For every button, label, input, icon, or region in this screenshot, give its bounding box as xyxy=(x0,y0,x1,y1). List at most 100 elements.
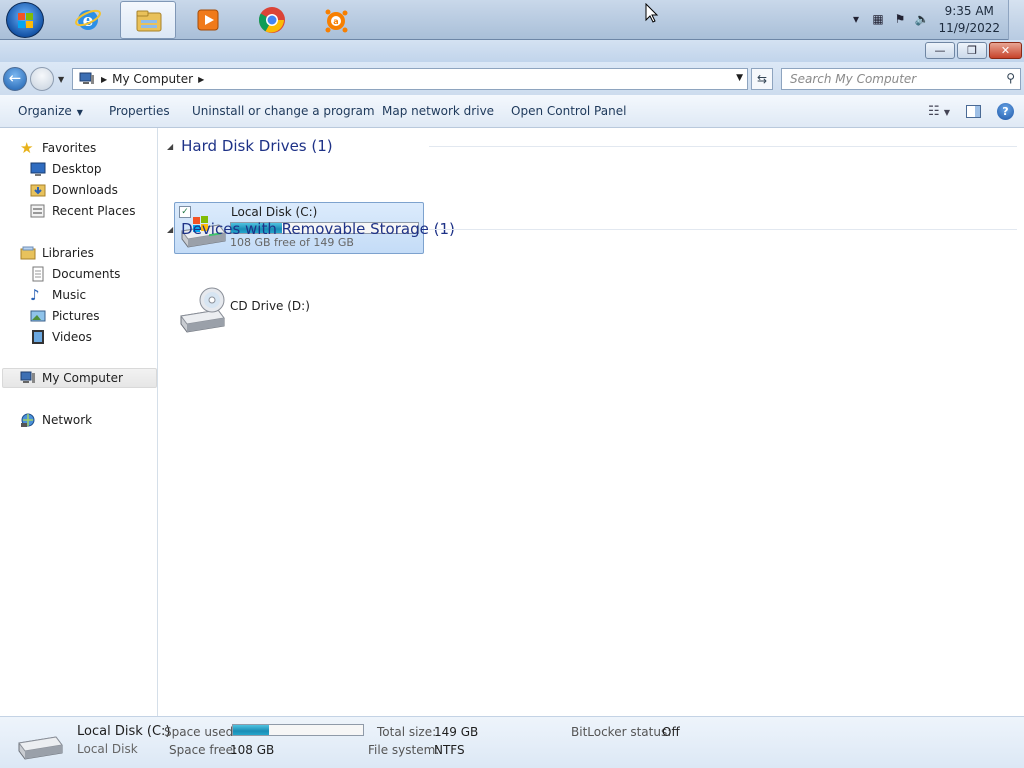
organize-menu[interactable]: Organize ▼ xyxy=(18,104,83,118)
downloads-folder-icon xyxy=(30,182,46,198)
breadcrumb-separator-icon[interactable]: ▶ xyxy=(101,75,107,84)
nav-pictures[interactable]: Pictures xyxy=(30,306,100,326)
nav-my-computer[interactable]: My Computer xyxy=(2,368,157,388)
volume-icon[interactable]: 🔈 xyxy=(914,12,930,28)
nav-documents[interactable]: Documents xyxy=(30,264,120,284)
system-tray: ▾ ▦ ⚑ 🔈 xyxy=(848,10,930,30)
nav-network[interactable]: Network xyxy=(20,410,92,430)
show-desktop-button[interactable] xyxy=(1008,0,1024,40)
videos-film-icon xyxy=(30,329,46,345)
drive-cd-d[interactable]: CD Drive (D:) xyxy=(174,286,424,338)
group-hard-disk-drives-title: Hard Disk Drives (1) xyxy=(181,137,333,155)
uninstall-program-button[interactable]: Uninstall or change a program xyxy=(192,104,375,118)
restore-button[interactable]: ❐ xyxy=(957,42,987,59)
command-bar: Organize ▼ Properties Uninstall or change… xyxy=(0,95,1024,128)
pictures-icon xyxy=(30,308,46,324)
recent-pages-dropdown-icon[interactable]: ▼ xyxy=(58,75,64,84)
address-bar[interactable]: ▶ My Computer ▶ ▼ xyxy=(72,68,748,90)
nav-recent-places[interactable]: Recent Places xyxy=(30,201,135,221)
cd-drive-icon xyxy=(180,287,225,333)
file-system-label: File system: xyxy=(368,743,440,757)
preview-pane-icon[interactable] xyxy=(966,105,981,118)
chrome-icon xyxy=(258,7,285,33)
start-button[interactable] xyxy=(6,2,44,38)
internet-explorer-icon: e xyxy=(75,9,101,31)
refresh-icon: ⇆ xyxy=(756,72,768,86)
group-hard-disk-drives[interactable]: ◢ Hard Disk Drives (1) xyxy=(167,136,333,156)
address-dropdown-icon[interactable]: ▼ xyxy=(736,73,743,83)
star-icon: ★ xyxy=(20,139,34,157)
drive-c-name: Local Disk (C:) xyxy=(231,205,318,219)
search-input[interactable]: Search My Computer ⚲ xyxy=(781,68,1021,90)
nav-favorites-label: Favorites xyxy=(42,141,97,155)
network-globe-icon xyxy=(20,412,36,428)
nav-pictures-label: Pictures xyxy=(52,309,100,323)
details-drive-type: Local Disk xyxy=(77,742,138,756)
avast-icon: a xyxy=(325,9,348,33)
minimize-button[interactable]: — xyxy=(925,42,955,59)
nav-my-computer-label: My Computer xyxy=(42,371,123,385)
help-icon[interactable]: ? xyxy=(997,103,1014,120)
nav-music[interactable]: ♪ Music xyxy=(30,285,86,305)
file-system-value: NTFS xyxy=(434,743,465,757)
close-button[interactable]: ✕ xyxy=(989,42,1022,59)
breadcrumb-chevron-icon[interactable]: ▶ xyxy=(198,75,204,84)
taskbar-avast[interactable]: a xyxy=(308,1,364,39)
group-removable-storage[interactable]: ◢ Devices with Removable Storage (1) xyxy=(167,219,455,239)
change-view-icon[interactable]: ☷ ▼ xyxy=(928,104,950,119)
explorer-window: — ❐ ✕ ← ▼ ▶ My Computer ▶ ▼ ⇆ Search My … xyxy=(0,40,1024,768)
space-used-label: Space used: xyxy=(164,725,238,739)
music-note-icon: ♪ xyxy=(30,286,40,304)
title-bar[interactable]: — ❐ ✕ xyxy=(0,40,1024,62)
navigation-bar: ← ▼ ▶ My Computer ▶ ▼ ⇆ Search My Comput… xyxy=(0,62,1024,95)
organize-label: Organize xyxy=(18,104,72,118)
nav-desktop[interactable]: Desktop xyxy=(30,159,102,179)
organize-dropdown-icon: ▼ xyxy=(76,108,83,117)
clock-time: 9:35 AM xyxy=(944,4,994,18)
clock[interactable]: 9:35 AM 11/9/2022 xyxy=(938,3,1000,37)
details-drive-name: Local Disk (C:) xyxy=(77,724,171,739)
nav-videos[interactable]: Videos xyxy=(30,327,92,347)
details-pane: Local Disk (C:) Local Disk Space used: S… xyxy=(0,716,1024,768)
group-removable-storage-title: Devices with Removable Storage (1) xyxy=(181,220,455,238)
mouse-cursor-icon xyxy=(645,3,659,23)
windows-explorer-icon xyxy=(136,10,162,32)
computer-icon xyxy=(79,72,94,84)
svg-text:a: a xyxy=(333,17,338,26)
show-hidden-icons-icon[interactable]: ▾ xyxy=(848,12,864,28)
nav-libraries-label: Libraries xyxy=(42,246,94,260)
media-player-icon xyxy=(197,9,219,31)
search-icon[interactable]: ⚲ xyxy=(1006,71,1015,85)
nav-network-label: Network xyxy=(42,413,93,427)
collapse-triangle-icon[interactable]: ◢ xyxy=(167,142,173,151)
space-used-fill xyxy=(233,725,269,735)
taskbar-media-player[interactable] xyxy=(180,1,236,39)
taskbar-windows-explorer[interactable] xyxy=(120,1,176,39)
collapse-triangle-icon[interactable]: ◢ xyxy=(167,225,173,234)
map-network-drive-button[interactable]: Map network drive xyxy=(382,104,494,118)
windows-logo-icon xyxy=(18,13,34,29)
bitlocker-value: Off xyxy=(662,725,680,739)
taskbar: e a ▾ ▦ ⚑ 🔈 9:35 AM 11/9/2022 xyxy=(0,0,1024,40)
taskbar-chrome[interactable] xyxy=(244,1,300,39)
hard-drive-icon xyxy=(18,736,63,760)
drive-d-name: CD Drive (D:) xyxy=(230,299,310,313)
network-icon[interactable]: ▦ xyxy=(870,12,886,28)
nav-music-label: Music xyxy=(52,288,87,302)
forward-button[interactable] xyxy=(30,67,54,91)
taskbar-internet-explorer[interactable]: e xyxy=(60,1,116,39)
bitlocker-label: BitLocker status: xyxy=(571,725,672,739)
space-free-label: Space free: xyxy=(169,743,238,757)
nav-favorites[interactable]: ★ Favorites xyxy=(20,138,96,158)
open-control-panel-button[interactable]: Open Control Panel xyxy=(511,104,626,118)
refresh-button[interactable]: ⇆ xyxy=(751,68,773,90)
nav-libraries[interactable]: Libraries xyxy=(20,243,94,263)
properties-button[interactable]: Properties xyxy=(109,104,170,118)
navigation-pane: ★ Favorites Desktop Downloads Recent Pla… xyxy=(0,128,158,716)
action-center-flag-icon[interactable]: ⚑ xyxy=(892,12,908,28)
breadcrumb-my-computer[interactable]: My Computer xyxy=(112,72,193,86)
nav-downloads[interactable]: Downloads xyxy=(30,180,118,200)
computer-icon xyxy=(20,370,36,386)
back-button[interactable]: ← xyxy=(3,67,27,91)
group-divider xyxy=(429,146,1017,147)
